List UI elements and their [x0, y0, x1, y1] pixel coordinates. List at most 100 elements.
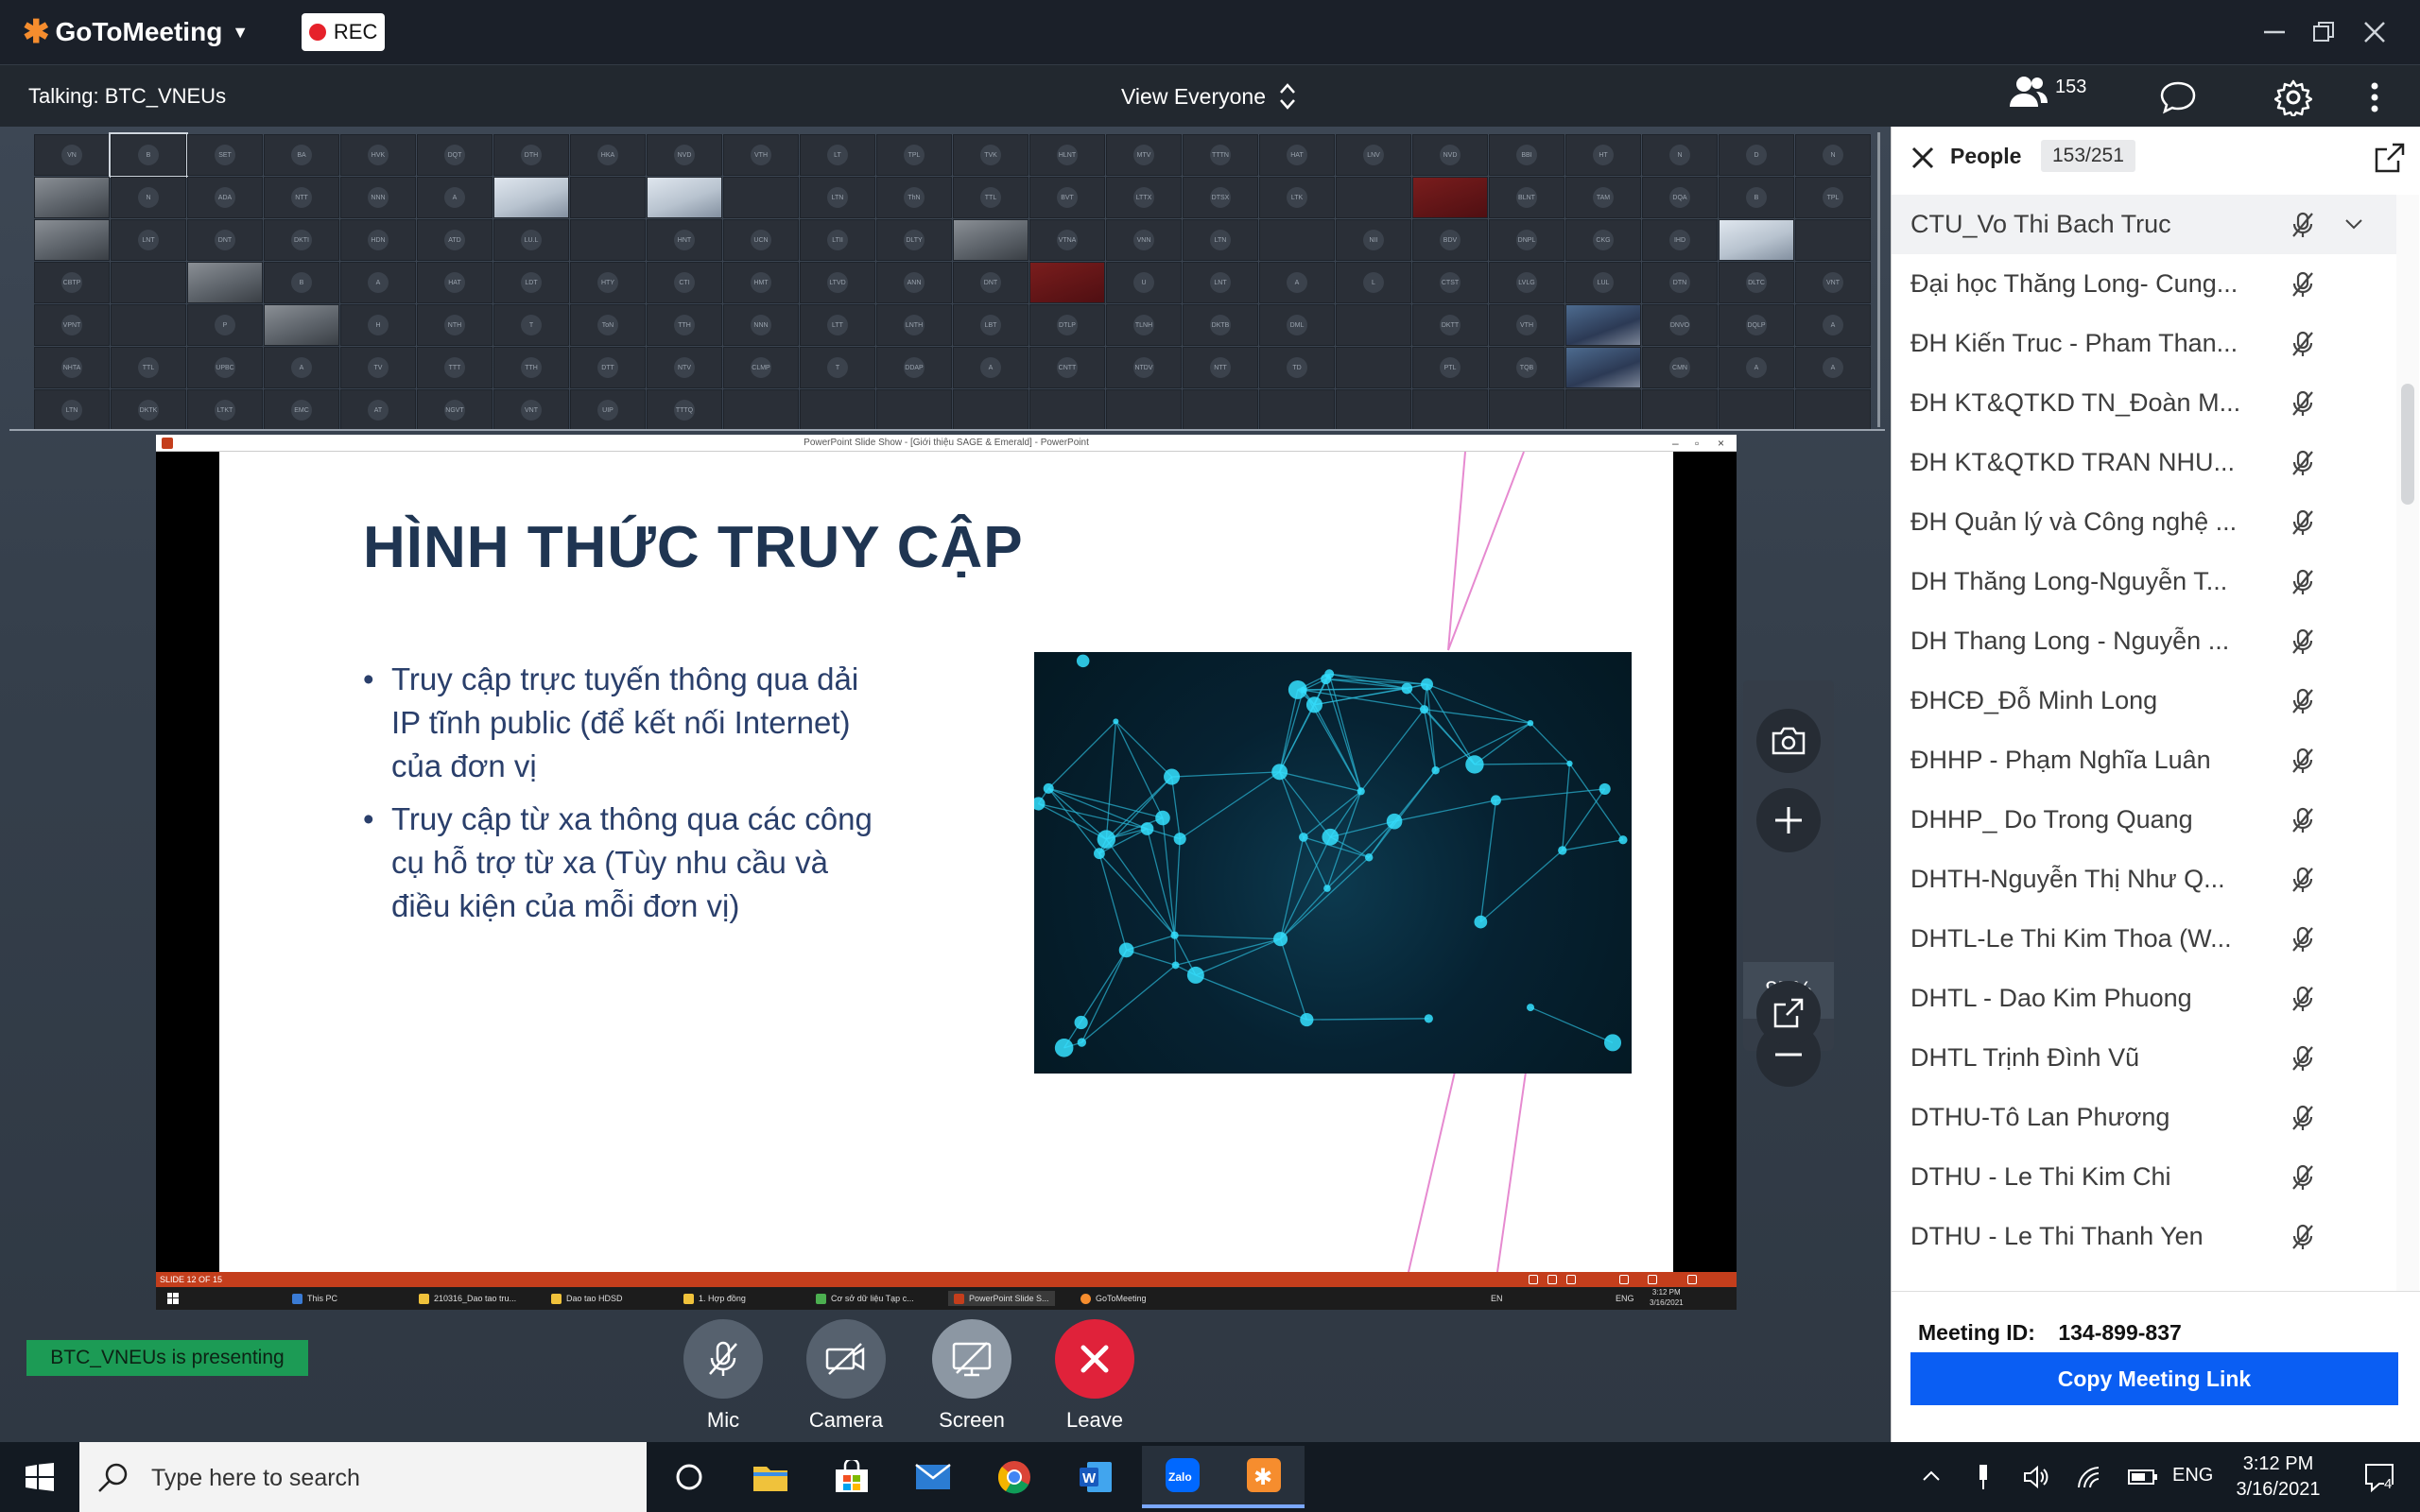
participant-tile[interactable]: HLNT [1029, 134, 1105, 176]
participant-row[interactable]: DTHU - Le Thi Thanh Yen [1892, 1207, 2398, 1266]
participant-video-tile[interactable] [953, 219, 1028, 261]
participant-tile[interactable]: LU.L [493, 219, 569, 261]
participant-tile[interactable] [1106, 389, 1182, 431]
participant-tile[interactable]: BA [264, 134, 339, 176]
copy-meeting-link-button[interactable]: Copy Meeting Link [1910, 1352, 2398, 1405]
participant-tile[interactable]: A [1259, 262, 1335, 303]
chevron-down-icon[interactable] [2343, 214, 2364, 239]
participant-tile[interactable]: PTL [1412, 347, 1488, 388]
participant-tile[interactable]: MTV [1106, 134, 1182, 176]
zalo-button[interactable]: Zalo [1142, 1446, 1223, 1508]
participant-tile[interactable]: DQT [417, 134, 493, 176]
participant-tile[interactable]: A [1795, 304, 1871, 346]
participant-tile[interactable] [570, 219, 646, 261]
participant-tile[interactable]: HTY [570, 262, 646, 303]
participant-tile[interactable]: UIP [570, 389, 646, 431]
participant-tile[interactable]: TTT [417, 347, 493, 388]
participant-row[interactable]: DTHU - Le Thi Kim Chi [1892, 1147, 2398, 1207]
participant-tile[interactable]: DML [1259, 304, 1335, 346]
popout-share-button[interactable] [1756, 981, 1821, 1045]
participant-tile[interactable]: SET [187, 134, 263, 176]
participant-tile[interactable]: LTKT [187, 389, 263, 431]
participant-tile[interactable]: TPL [876, 134, 952, 176]
participant-tile[interactable]: ADA [187, 177, 263, 218]
participant-tile[interactable]: DNVO [1642, 304, 1718, 346]
participant-row[interactable]: DHTL - Dao Kim Phuong [1892, 969, 2398, 1028]
participant-tile[interactable]: DNT [187, 219, 263, 261]
participant-tile[interactable]: CMN [1642, 347, 1718, 388]
mic-control[interactable]: Mic [683, 1319, 763, 1433]
participant-tile[interactable]: N [111, 177, 186, 218]
participant-tile[interactable]: TQB [1489, 347, 1564, 388]
participant-row[interactable]: DH Thang Long - Nguyễn ... [1892, 611, 2398, 671]
people-list-scrollbar[interactable] [2396, 195, 2419, 1291]
participant-tile[interactable]: NTDV [1106, 347, 1182, 388]
usb-icon[interactable] [1976, 1463, 1991, 1491]
participant-tile[interactable] [111, 304, 186, 346]
participant-tile[interactable]: DKTT [1412, 304, 1488, 346]
participant-tile[interactable]: TTH [493, 347, 569, 388]
participant-tile[interactable] [1336, 177, 1411, 218]
participant-tile[interactable]: UCN [723, 219, 799, 261]
participant-video-tile[interactable] [1029, 262, 1105, 303]
participant-tile[interactable]: LDT [493, 262, 569, 303]
file-explorer-button[interactable] [730, 1446, 811, 1508]
participant-video-tile[interactable] [34, 177, 110, 218]
participant-tile[interactable]: TV [340, 347, 416, 388]
participant-tile[interactable] [1336, 304, 1411, 346]
camera-button[interactable] [806, 1319, 886, 1399]
participant-row[interactable]: DHTL-Le Thi Kim Thoa (W... [1892, 909, 2398, 969]
participant-tile[interactable]: TTL [953, 177, 1028, 218]
participant-tile[interactable]: HMT [723, 262, 799, 303]
participant-tile[interactable]: ATD [417, 219, 493, 261]
participant-row[interactable]: ĐHHP - Phạm Nghĩa Luân [1892, 730, 2398, 790]
participant-tile[interactable]: LTK [1259, 177, 1335, 218]
participant-tile[interactable]: B [1719, 177, 1794, 218]
screen-share-view[interactable]: PowerPoint Slide Show - [Giới thiệu SAGE… [156, 435, 1737, 1310]
participant-video-tile[interactable] [1719, 219, 1794, 261]
participant-tile[interactable] [1719, 389, 1794, 431]
zoom-in-button[interactable] [1756, 788, 1821, 852]
participant-tile[interactable]: TTTQ [647, 389, 722, 431]
leave-button[interactable] [1055, 1319, 1134, 1399]
participant-tile[interactable] [876, 389, 952, 431]
restore-button[interactable] [2305, 13, 2342, 51]
screen-control[interactable]: Screen [932, 1319, 1011, 1433]
participant-tile[interactable]: BBI [1489, 134, 1564, 176]
participant-tile[interactable] [723, 177, 799, 218]
participant-tile[interactable]: CBTP [34, 262, 110, 303]
participant-tile[interactable]: HDN [340, 219, 416, 261]
participant-tile[interactable]: DQLP [1719, 304, 1794, 346]
participant-tile[interactable] [1795, 389, 1871, 431]
participant-tile[interactable]: NVD [1412, 134, 1488, 176]
minimize-button[interactable] [2256, 13, 2293, 51]
participant-tile[interactable]: TTL [111, 347, 186, 388]
participant-row[interactable]: DHTH-Nguyễn Thị Như Q... [1892, 850, 2398, 909]
participant-tile[interactable]: LTN [34, 389, 110, 431]
start-button[interactable] [0, 1442, 79, 1512]
participant-tile[interactable]: CTST [1412, 262, 1488, 303]
participant-tile[interactable] [570, 177, 646, 218]
participant-tile[interactable]: NHTA [34, 347, 110, 388]
participant-tile[interactable] [1489, 389, 1564, 431]
participant-tile[interactable]: DTN [1642, 262, 1718, 303]
participant-tile[interactable]: IHD [1642, 219, 1718, 261]
participant-tile[interactable]: BVT [1029, 177, 1105, 218]
participant-video-tile[interactable] [493, 177, 569, 218]
more-button[interactable] [2356, 78, 2394, 116]
participant-tile[interactable] [1795, 219, 1871, 261]
participant-row[interactable]: ĐH Quản lý và Công nghệ ... [1892, 492, 2398, 552]
participant-tile[interactable]: B [109, 132, 188, 178]
participant-tile[interactable]: ThN [876, 177, 952, 218]
word-button[interactable]: W [1055, 1446, 1136, 1508]
participant-tile[interactable]: LNV [1336, 134, 1411, 176]
participant-tile[interactable]: T [493, 304, 569, 346]
participant-tile[interactable]: NNN [340, 177, 416, 218]
participant-tile[interactable]: P [187, 304, 263, 346]
participant-tile[interactable]: AT [340, 389, 416, 431]
snapshot-button[interactable] [1756, 709, 1821, 773]
meeting-id-value[interactable]: 134-899-837 [2058, 1320, 2181, 1345]
participant-tile[interactable]: DLTC [1719, 262, 1794, 303]
participant-tile[interactable]: N [1795, 134, 1871, 176]
participant-tile[interactable]: HAT [1259, 134, 1335, 176]
